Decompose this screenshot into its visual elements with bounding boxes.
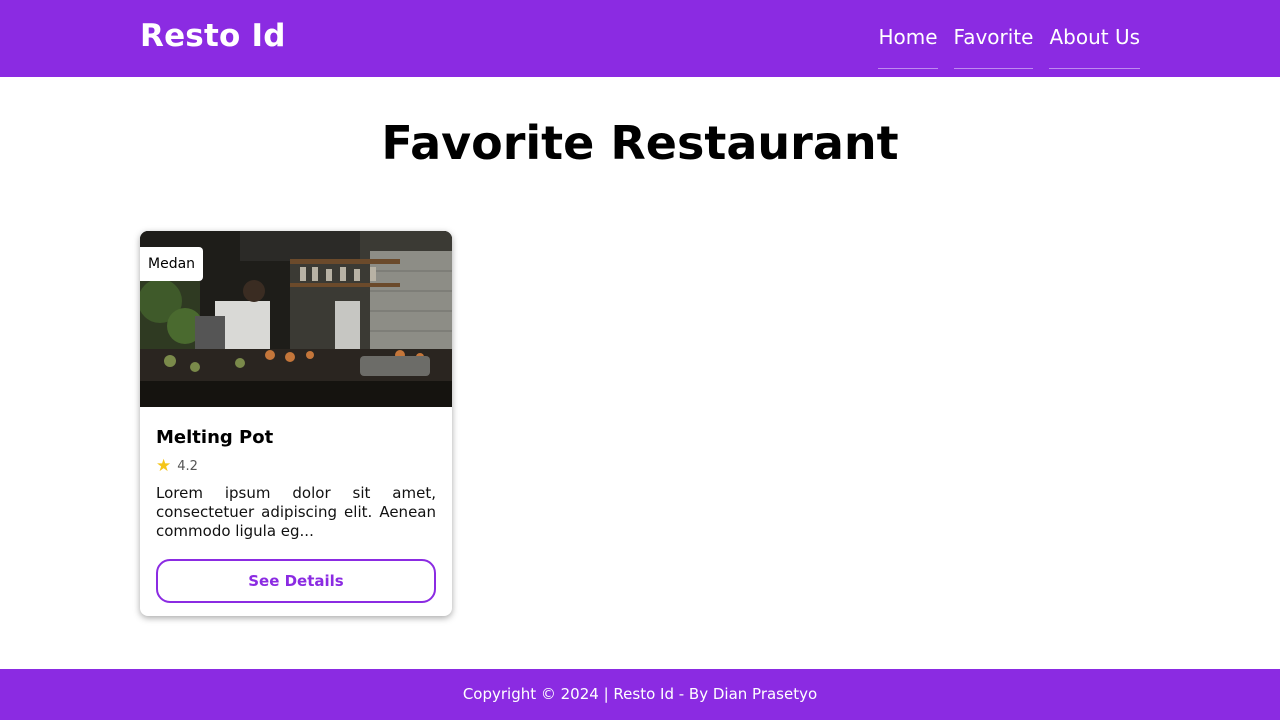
city-badge: Medan: [140, 247, 204, 281]
restaurant-description: Lorem ipsum dolor sit amet, consectetuer…: [156, 484, 436, 540]
restaurant-card: Medan Melting Pot ★ 4.2 Lorem ipsum dolo…: [140, 231, 452, 616]
nav-link-favorite[interactable]: Favorite: [953, 0, 1034, 69]
footer-copyright: Copyright © 2024 | Resto Id - By Dian Pr…: [462, 685, 818, 703]
star-icon: ★: [156, 456, 172, 476]
nav-links: Home Favorite About Us: [878, 0, 1140, 77]
nav-link-home[interactable]: Home: [878, 0, 938, 69]
brand-logo[interactable]: Resto Id: [140, 18, 286, 54]
nav-link-about-us[interactable]: About Us: [1049, 0, 1140, 69]
restaurant-image: Medan: [140, 231, 452, 407]
see-details-button[interactable]: See Details: [156, 559, 436, 603]
restaurant-name: Melting Pot: [156, 427, 274, 448]
navbar: Resto Id Home Favorite About Us: [0, 0, 1280, 77]
footer: Copyright © 2024 | Resto Id - By Dian Pr…: [0, 669, 1280, 720]
card-body: Melting Pot ★ 4.2 Lorem ipsum dolor sit …: [140, 427, 452, 603]
rating: ★ 4.2: [156, 458, 436, 475]
page-title: Favorite Restaurant: [381, 116, 899, 170]
rating-value: 4.2: [177, 459, 198, 474]
